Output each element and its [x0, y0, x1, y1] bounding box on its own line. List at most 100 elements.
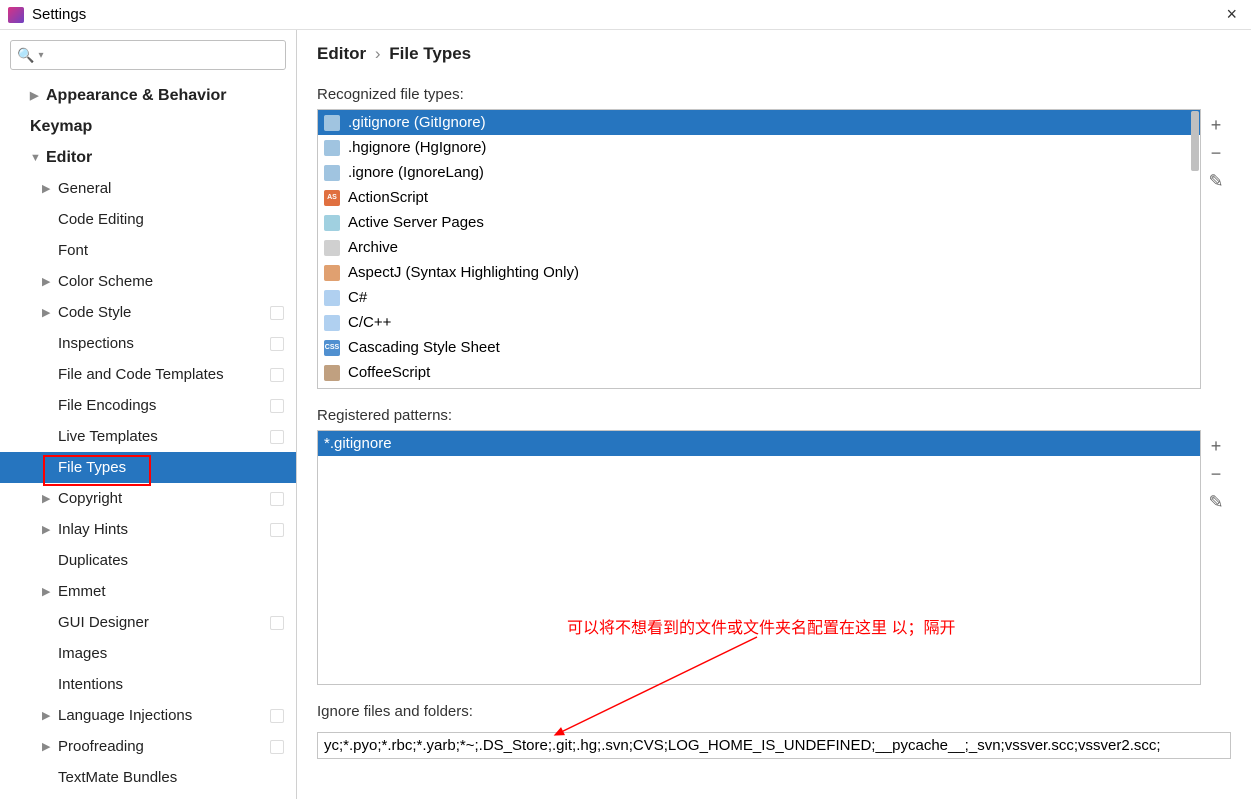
close-button[interactable]: ×: [1220, 4, 1243, 25]
sidebar-item-duplicates[interactable]: Duplicates: [0, 545, 296, 576]
add-pattern-button[interactable]: +: [1204, 434, 1228, 458]
filetype-item[interactable]: Active Server Pages: [318, 210, 1200, 235]
sidebar-item-label: GUI Designer: [58, 614, 149, 631]
sidebar-item-proofreading[interactable]: ▶Proofreading: [0, 731, 296, 762]
sidebar-item-gui-designer[interactable]: GUI Designer: [0, 607, 296, 638]
sidebar-item-file-encodings[interactable]: File Encodings: [0, 390, 296, 421]
sidebar-item-label: File and Code Templates: [58, 366, 224, 383]
sidebar-item-editor[interactable]: ▼Editor: [0, 142, 296, 173]
sidebar-item-label: Font: [58, 242, 88, 259]
sidebar-item-label: Keymap: [30, 118, 92, 136]
arch-icon: [324, 240, 340, 256]
filetype-item[interactable]: C#: [318, 285, 1200, 310]
remove-pattern-button[interactable]: −: [1204, 462, 1228, 486]
filetype-item[interactable]: AS ActionScript: [318, 185, 1200, 210]
filetype-label: ActionScript: [348, 189, 428, 206]
sidebar-item-label: Emmet: [58, 583, 106, 600]
coffee-icon: [324, 365, 340, 381]
sidebar-item-general[interactable]: ▶General: [0, 173, 296, 204]
filetype-label: CoffeeScript: [348, 364, 430, 381]
pattern-item[interactable]: *.gitignore: [318, 431, 1200, 456]
arrow-icon: ▶: [42, 523, 58, 536]
sidebar-item-label: Duplicates: [58, 552, 128, 569]
filetypes-list[interactable]: .gitignore (GitIgnore) .hgignore (HgIgnor…: [317, 109, 1201, 389]
c-icon: [324, 315, 340, 331]
edit-filetype-button[interactable]: ✎: [1204, 169, 1228, 193]
project-badge-icon: [270, 709, 284, 723]
chevron-down-icon: ▾: [38, 50, 43, 61]
sidebar-item-file-types[interactable]: File Types: [0, 452, 296, 483]
sidebar-item-label: Code Editing: [58, 211, 144, 228]
sidebar-item-color-scheme[interactable]: ▶Color Scheme: [0, 266, 296, 297]
sidebar-item-code-style[interactable]: ▶Code Style: [0, 297, 296, 328]
sidebar-item-label: General: [58, 180, 111, 197]
main-panel: Editor › File Types Recognized file type…: [297, 30, 1251, 799]
patterns-list[interactable]: *.gitignore: [317, 430, 1201, 685]
patterns-label: Registered patterns:: [317, 407, 1231, 424]
filetype-item[interactable]: C/C++: [318, 310, 1200, 335]
filetype-item[interactable]: .ignore (IgnoreLang): [318, 160, 1200, 185]
search-input[interactable]: 🔍 ▾: [10, 40, 286, 70]
filetype-item[interactable]: Archive: [318, 235, 1200, 260]
search-icon: 🔍: [17, 47, 34, 64]
cs-icon: [324, 290, 340, 306]
filetype-label: .ignore (IgnoreLang): [348, 164, 484, 181]
remove-filetype-button[interactable]: −: [1204, 141, 1228, 165]
sidebar-item-label: Live Templates: [58, 428, 158, 445]
app-icon: [8, 7, 24, 23]
sidebar-item-copyright[interactable]: ▶Copyright: [0, 483, 296, 514]
asp-icon: [324, 215, 340, 231]
filetype-item[interactable]: AspectJ (Syntax Highlighting Only): [318, 260, 1200, 285]
breadcrumb-current: File Types: [389, 44, 471, 63]
sidebar-item-appearance-behavior[interactable]: ▶Appearance & Behavior: [0, 80, 296, 111]
filetype-label: Cascading Style Sheet: [348, 339, 500, 356]
edit-pattern-button[interactable]: ✎: [1204, 490, 1228, 514]
titlebar: Settings ×: [0, 0, 1251, 30]
sidebar-item-label: Intentions: [58, 676, 123, 693]
filetype-item[interactable]: .gitignore (GitIgnore): [318, 110, 1200, 135]
sidebar-item-code-editing[interactable]: Code Editing: [0, 204, 296, 235]
arrow-icon: ▶: [42, 275, 58, 288]
ign-icon: [324, 140, 340, 156]
sidebar-item-label: Language Injections: [58, 707, 192, 724]
ignore-input[interactable]: [317, 732, 1231, 759]
sidebar-item-label: Color Scheme: [58, 273, 153, 290]
sidebar-item-label: Appearance & Behavior: [46, 87, 227, 105]
project-badge-icon: [270, 399, 284, 413]
css-icon: CSS: [324, 340, 340, 356]
sidebar-item-inspections[interactable]: Inspections: [0, 328, 296, 359]
sidebar-item-label: Copyright: [58, 490, 122, 507]
breadcrumb: Editor › File Types: [317, 44, 1231, 64]
filetype-label: C/C++: [348, 314, 391, 331]
sidebar-item-label: Code Style: [58, 304, 131, 321]
project-badge-icon: [270, 368, 284, 382]
sidebar-item-file-and-code-templates[interactable]: File and Code Templates: [0, 359, 296, 390]
sidebar: 🔍 ▾ ▶Appearance & BehaviorKeymap▼Editor▶…: [0, 30, 297, 799]
settings-tree: ▶Appearance & BehaviorKeymap▼Editor▶Gene…: [0, 80, 296, 799]
sidebar-item-inlay-hints[interactable]: ▶Inlay Hints: [0, 514, 296, 545]
filetype-item[interactable]: CSS Cascading Style Sheet: [318, 335, 1200, 360]
breadcrumb-separator: ›: [375, 44, 381, 63]
arrow-icon: ▶: [42, 492, 58, 505]
add-filetype-button[interactable]: +: [1204, 113, 1228, 137]
arrow-icon: ▶: [30, 89, 46, 102]
filetype-item[interactable]: CoffeeScript: [318, 360, 1200, 385]
arrow-icon: ▶: [42, 740, 58, 753]
sidebar-item-keymap[interactable]: Keymap: [0, 111, 296, 142]
filetype-label: .gitignore (GitIgnore): [348, 114, 486, 131]
project-badge-icon: [270, 523, 284, 537]
scrollbar-thumb[interactable]: [1191, 111, 1199, 171]
sidebar-item-language-injections[interactable]: ▶Language Injections: [0, 700, 296, 731]
sidebar-item-label: File Types: [58, 459, 126, 476]
sidebar-item-live-templates[interactable]: Live Templates: [0, 421, 296, 452]
filetype-item[interactable]: .hgignore (HgIgnore): [318, 135, 1200, 160]
as-icon: AS: [324, 190, 340, 206]
sidebar-item-images[interactable]: Images: [0, 638, 296, 669]
sidebar-item-emmet[interactable]: ▶Emmet: [0, 576, 296, 607]
sidebar-item-textmate-bundles[interactable]: TextMate Bundles: [0, 762, 296, 793]
sidebar-item-font[interactable]: Font: [0, 235, 296, 266]
breadcrumb-parent: Editor: [317, 44, 366, 63]
ignore-label: Ignore files and folders:: [317, 703, 1231, 720]
sidebar-item-intentions[interactable]: Intentions: [0, 669, 296, 700]
ign-icon: [324, 165, 340, 181]
